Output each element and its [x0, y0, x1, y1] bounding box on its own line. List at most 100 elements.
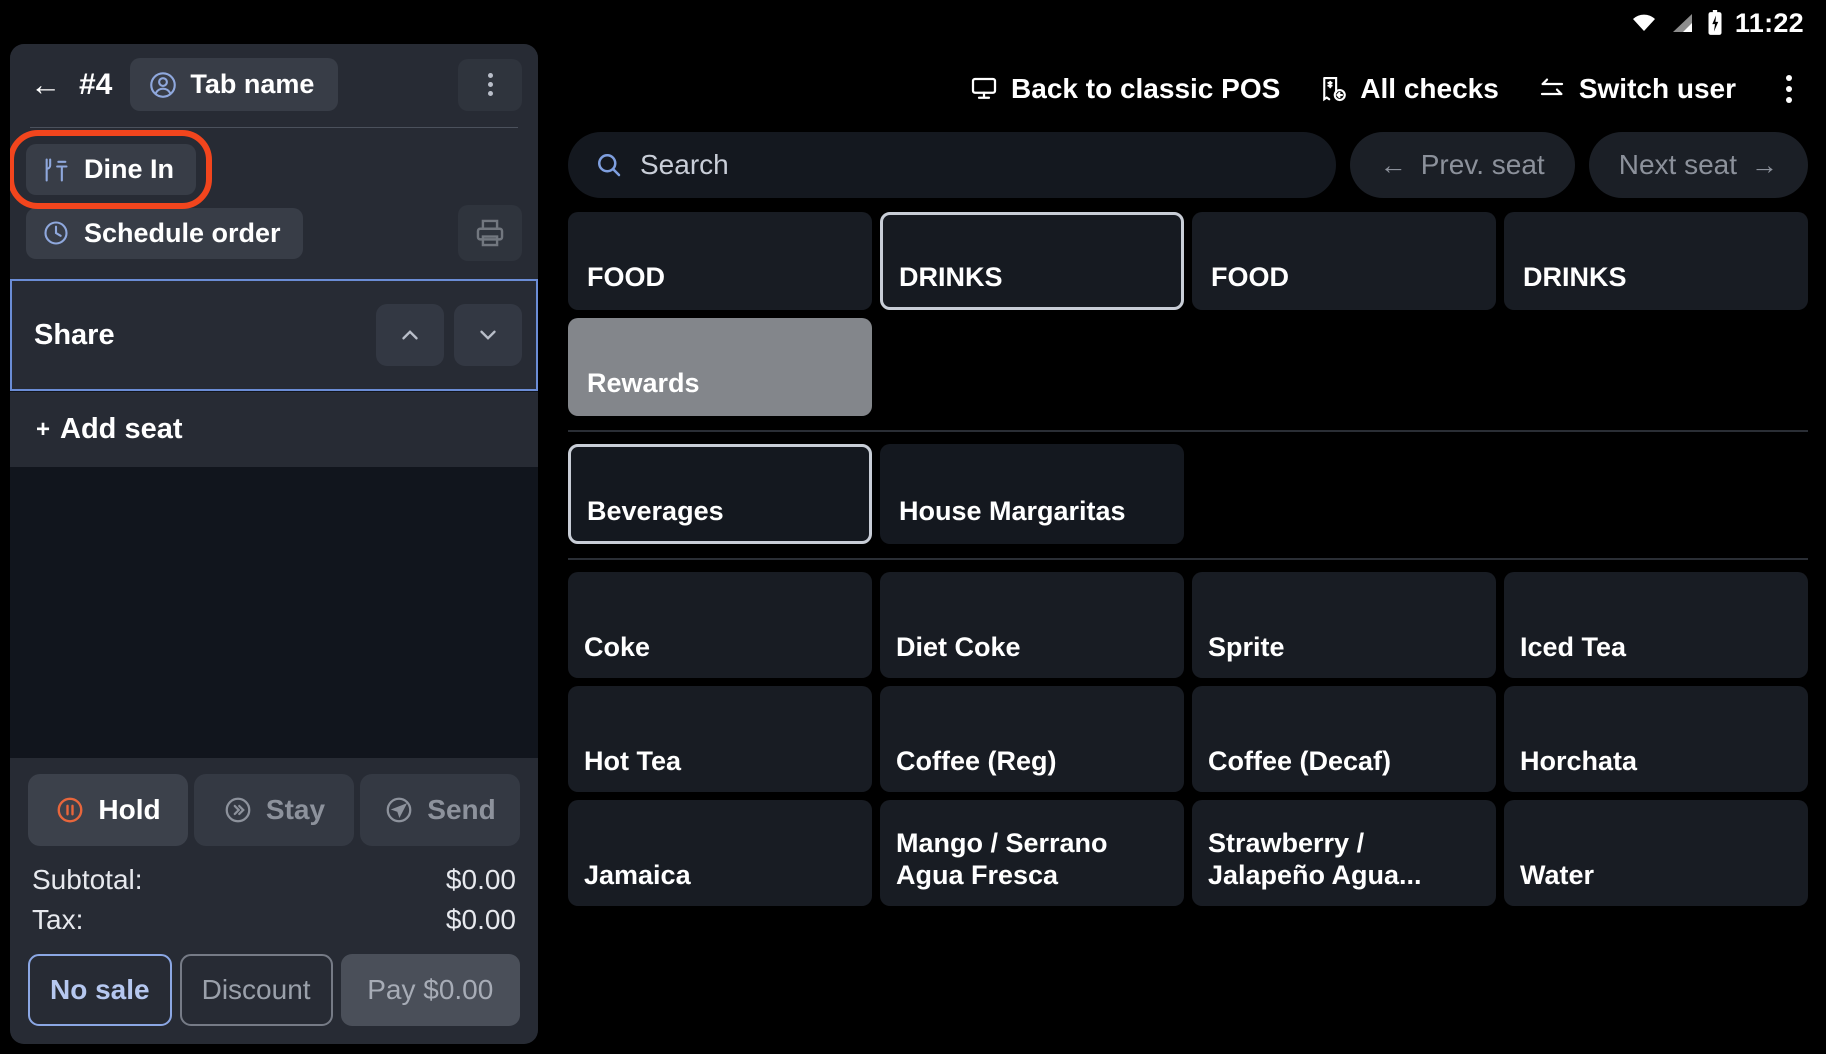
schedule-order-button[interactable]: Schedule order [26, 208, 303, 259]
wifi-icon [1629, 11, 1659, 35]
kebab-dot [488, 73, 493, 78]
order-overflow-menu-button[interactable] [458, 59, 522, 111]
all-checks-button[interactable]: All checks [1318, 73, 1499, 105]
subcategory-label: House Margaritas [899, 496, 1126, 527]
prev-seat-label: Prev. seat [1421, 149, 1545, 181]
tax-row: Tax: $0.00 [32, 900, 516, 940]
product-label: Coke [584, 632, 650, 664]
forward-circle-icon [223, 795, 253, 825]
pay-button[interactable]: Pay $0.00 [341, 954, 520, 1026]
category-grid: FOOD DRINKS FOOD DRINKS Rewards [568, 212, 1808, 416]
dine-in-wrapper: Dine In [26, 144, 196, 195]
subtotal-label: Subtotal: [32, 864, 143, 896]
dine-in-label: Dine In [84, 154, 174, 185]
subtotal-value: $0.00 [446, 864, 516, 896]
product-tile[interactable]: Coffee (Reg) [880, 686, 1184, 792]
search-input[interactable]: Search [568, 132, 1336, 198]
discount-button[interactable]: Discount [180, 954, 333, 1026]
share-controls [376, 304, 522, 366]
user-circle-icon [148, 70, 178, 100]
top-action-bar: Back to classic POS All checks [552, 46, 1826, 132]
arrow-right-icon: → [1751, 150, 1778, 181]
menu-area: Back to classic POS All checks [552, 46, 1826, 1054]
order-panel: ← #4 Tab name [10, 44, 538, 1044]
switch-user-label: Switch user [1579, 73, 1736, 105]
hold-label: Hold [98, 794, 160, 826]
back-button[interactable]: ← [26, 67, 65, 102]
product-tile[interactable]: Jamaica [568, 800, 872, 906]
product-tile[interactable]: Mango / Serrano Agua Fresca [880, 800, 1184, 906]
clock-icon [42, 219, 70, 247]
add-seat-label: Add seat [60, 413, 182, 446]
all-checks-label: All checks [1360, 73, 1499, 105]
divider [568, 430, 1808, 432]
divider [568, 558, 1808, 560]
pause-circle-icon [55, 795, 85, 825]
next-seat-button[interactable]: Next seat → [1589, 132, 1808, 198]
switch-user-button[interactable]: Switch user [1537, 73, 1736, 105]
product-tile[interactable]: Hot Tea [568, 686, 872, 792]
payment-row: No sale Discount Pay $0.00 [28, 954, 520, 1026]
order-panel-footer: Hold Stay Send [10, 758, 538, 1044]
menu-overflow-button[interactable] [1774, 69, 1804, 109]
order-items-empty-area [10, 467, 538, 758]
category-label: DRINKS [899, 262, 1003, 293]
pos-screen: 11:22 ← #4 Tab name [0, 0, 1826, 1054]
subcategory-tile[interactable]: Beverages [568, 444, 872, 544]
back-to-classic-pos-label: Back to classic POS [1011, 73, 1280, 105]
product-tile[interactable]: Water [1504, 800, 1808, 906]
subcategory-grid: Beverages House Margaritas [568, 444, 1808, 544]
no-sale-label: No sale [50, 974, 150, 1006]
tab-name-label: Tab name [190, 69, 314, 100]
product-label: Coffee (Reg) [896, 746, 1057, 778]
kebab-dot [488, 91, 493, 96]
category-label: FOOD [587, 262, 665, 293]
category-tile[interactable]: FOOD [1192, 212, 1496, 310]
totals-section: Subtotal: $0.00 Tax: $0.00 [28, 846, 520, 946]
move-down-button[interactable] [454, 304, 522, 366]
share-seat-row[interactable]: Share [10, 279, 538, 391]
product-label: Coffee (Decaf) [1208, 746, 1391, 778]
dine-in-button[interactable]: Dine In [26, 144, 196, 195]
back-to-classic-pos-button[interactable]: Back to classic POS [969, 73, 1280, 105]
print-button[interactable] [458, 205, 522, 261]
header-divider [30, 127, 518, 128]
prev-seat-button[interactable]: ← Prev. seat [1350, 132, 1575, 198]
pay-label: Pay $0.00 [367, 974, 493, 1006]
product-tile[interactable]: Coffee (Decaf) [1192, 686, 1496, 792]
subcategory-tile[interactable]: House Margaritas [880, 444, 1184, 544]
move-up-button[interactable] [376, 304, 444, 366]
category-tile[interactable]: DRINKS [1504, 212, 1808, 310]
product-tile[interactable]: Sprite [1192, 572, 1496, 678]
subtotal-row: Subtotal: $0.00 [32, 860, 516, 900]
status-bar-clock: 11:22 [1735, 8, 1804, 39]
order-panel-header: ← #4 Tab name [10, 44, 538, 279]
subcategory-label: Beverages [587, 496, 724, 527]
product-label: Sprite [1208, 632, 1285, 664]
category-label: Rewards [587, 368, 700, 399]
category-tile[interactable]: DRINKS [880, 212, 1184, 310]
tab-name-button[interactable]: Tab name [130, 58, 338, 111]
chevron-down-icon [475, 322, 501, 348]
send-circle-icon [384, 795, 414, 825]
product-tile[interactable]: Iced Tea [1504, 572, 1808, 678]
product-tile[interactable]: Horchata [1504, 686, 1808, 792]
product-tile[interactable]: Strawberry / Jalapeño Agua... [1192, 800, 1496, 906]
product-tile[interactable]: Coke [568, 572, 872, 678]
product-label: Hot Tea [584, 746, 681, 778]
share-label: Share [34, 319, 115, 352]
add-seat-button[interactable]: + Add seat [10, 391, 538, 467]
product-tile[interactable]: Diet Coke [880, 572, 1184, 678]
product-label: Mango / Serrano Agua Fresca [896, 828, 1174, 892]
send-button[interactable]: Send [360, 774, 520, 846]
stay-button[interactable]: Stay [194, 774, 354, 846]
no-sale-button[interactable]: No sale [28, 954, 172, 1026]
hold-button[interactable]: Hold [28, 774, 188, 846]
stay-label: Stay [266, 794, 325, 826]
chevron-up-icon [397, 322, 423, 348]
category-tile-rewards[interactable]: Rewards [568, 318, 872, 416]
product-label: Strawberry / Jalapeño Agua... [1208, 828, 1486, 892]
search-and-seat-row: Search ← Prev. seat Next seat → [552, 132, 1826, 198]
monitor-icon [969, 74, 999, 104]
category-tile[interactable]: FOOD [568, 212, 872, 310]
